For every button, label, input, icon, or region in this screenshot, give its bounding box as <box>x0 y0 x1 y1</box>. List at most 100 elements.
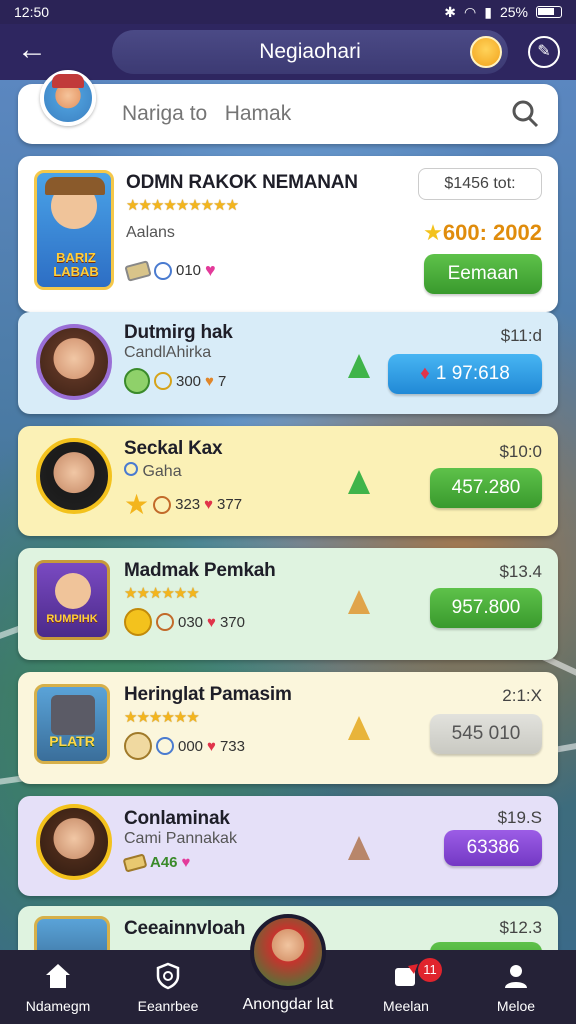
battery-percent: 25% <box>499 4 528 20</box>
heart-icon: ♥ <box>181 854 191 871</box>
heart-icon: ♥ <box>207 737 216 755</box>
list-item[interactable]: Seckal Kax Gaha ★ 323 ♥ 377 $10:0 457.28… <box>18 426 558 536</box>
search-icon[interactable] <box>510 98 540 128</box>
ticket-icon <box>122 852 148 873</box>
search-input[interactable] <box>122 96 502 132</box>
rank-up-icon <box>348 354 370 378</box>
signal-icon: ▮ <box>484 3 492 20</box>
status-bar: 12:50 ✱ ◠ ▮ 25% <box>0 0 576 24</box>
stat-value: 323 <box>175 496 201 513</box>
stat-value: 300 <box>176 372 202 390</box>
verified-icon <box>124 462 138 476</box>
star-icon: ★ <box>423 220 443 245</box>
rank-up-icon <box>348 836 370 860</box>
status-time: 12:50 <box>14 4 50 20</box>
rank-up-icon <box>348 470 370 494</box>
stat-row: 300 ♥ 7 <box>124 368 226 394</box>
button-label: 1 97:618 <box>435 363 510 384</box>
wifi-icon: ◠ <box>464 3 477 20</box>
gem-icon: ♦ <box>420 363 430 384</box>
nav-home[interactable]: Ndamegm <box>10 950 106 1024</box>
stat-row: ★ 323 ♥ 377 <box>124 488 242 521</box>
rank-up-icon <box>348 590 370 614</box>
nav-messages[interactable]: Meelan <box>358 950 454 1024</box>
medal-icon <box>124 608 152 636</box>
game-thumbnail: PLATR <box>34 684 110 764</box>
stat-row: 030 ♥ 370 <box>124 608 245 636</box>
edit-pencil-icon[interactable]: ✎ <box>528 36 560 68</box>
action-button[interactable]: 545 010 <box>430 714 542 754</box>
nav-me[interactable]: Meloe <box>468 950 564 1024</box>
rating-stars: ★★★★★★★★★ <box>126 197 239 214</box>
play-button[interactable]: Eemaan <box>424 254 542 294</box>
star-icon: ★ <box>124 489 150 520</box>
player-name: Seckal Kax <box>124 438 223 459</box>
player-name: Conlaminak <box>124 808 230 829</box>
price-tag: $1456 tot: <box>418 168 542 200</box>
game-thumbnail: BARIZ LABAB <box>34 170 114 290</box>
game-name: Madmak Pemkah <box>124 560 276 581</box>
coin-icon <box>154 372 172 390</box>
title-pill[interactable]: Negiaohari <box>112 30 508 74</box>
player-subtitle-text: Gaha <box>142 463 182 480</box>
nav-label: Meelan <box>383 998 429 1014</box>
shield-icon <box>156 962 180 990</box>
stat-value: 370 <box>219 613 245 631</box>
list-item[interactable]: Conlaminak Cami Pannakak A46 ♥ $19.S 633… <box>18 796 558 896</box>
player-avatar <box>36 804 112 880</box>
game-subtitle: Aalans <box>126 224 175 241</box>
badge-icon <box>124 368 150 394</box>
stat-value: 377 <box>217 496 243 513</box>
nav-label: Anongdar lat <box>242 996 334 1013</box>
player-avatar[interactable] <box>40 70 96 126</box>
heart-icon: ♥ <box>205 372 214 390</box>
stat-value: 030 <box>178 613 204 631</box>
app-header: ← Negiaohari ✎ <box>0 24 576 80</box>
action-button[interactable]: 957.800 <box>430 588 542 628</box>
back-arrow-icon[interactable]: ← <box>14 34 50 70</box>
game-thumbnail: RUMPIHK <box>34 560 110 640</box>
list-item[interactable]: Dutmirg hak CandlAhirka 300 ♥ 7 $11:d ♦ … <box>18 312 558 414</box>
nav-label: Ndamegm <box>25 998 91 1014</box>
nav-label: Eeanrbee <box>137 998 199 1014</box>
price-text: 2:1:X <box>502 686 542 705</box>
nav-badges[interactable]: Eeanrbee <box>120 950 216 1024</box>
nav-profile[interactable]: Anongdar lat <box>228 950 348 1024</box>
heart-icon: ♥ <box>204 496 214 513</box>
player-name: Dutmirg hak <box>124 322 233 343</box>
coin-icon <box>154 261 172 280</box>
featured-card[interactable]: BARIZ LABAB ODMN RAKOK NEMANAN ★★★★★★★★★… <box>18 156 558 312</box>
action-button[interactable]: ♦ 1 97:618 <box>388 354 542 394</box>
price-text: $13.4 <box>499 562 542 581</box>
chat-icon <box>395 964 418 986</box>
page-title: Negiaohari <box>259 40 361 63</box>
bluetooth-icon: ✱ <box>444 3 457 20</box>
notification-badge: 11 <box>418 958 442 982</box>
person-icon <box>505 965 527 988</box>
thumbnail-text: PLATR <box>49 733 95 749</box>
player-subtitle: Gaha <box>124 462 182 481</box>
stat-value: 010 <box>176 262 202 279</box>
nav-label: Meloe <box>496 998 536 1014</box>
price-text: $19.S <box>497 808 542 827</box>
player-avatar <box>36 324 112 400</box>
price-text: $12.3 <box>499 918 542 937</box>
action-button[interactable]: 63386 <box>444 830 542 866</box>
game-name: Heringlat Pamasim <box>124 684 292 705</box>
user-avatar-icon[interactable] <box>470 36 502 68</box>
game-name: Ceeainnvloah <box>124 918 246 939</box>
player-subtitle: CandlAhirka <box>124 344 212 361</box>
reward-value: ★600: 2002 <box>423 220 542 246</box>
thumbnail-text: BARIZ LABAB <box>53 250 99 279</box>
rating-stars: ★★★★★★ <box>124 585 200 602</box>
coin-icon <box>156 613 174 631</box>
action-button[interactable]: 457.280 <box>430 468 542 508</box>
player-subtitle: Cami Pannakak <box>124 830 237 847</box>
rank-up-icon <box>348 716 370 740</box>
stat-row: 010 ♥ <box>124 259 216 282</box>
list-item[interactable]: PLATR Heringlat Pamasim ★★★★★★ 000 ♥ 733… <box>18 672 558 784</box>
stat-value: A46 <box>150 854 178 871</box>
trophy-icon <box>124 732 152 760</box>
list-item[interactable]: RUMPIHK Madmak Pemkah ★★★★★★ 030 ♥ 370 $… <box>18 548 558 660</box>
heart-icon: ♥ <box>205 260 216 280</box>
